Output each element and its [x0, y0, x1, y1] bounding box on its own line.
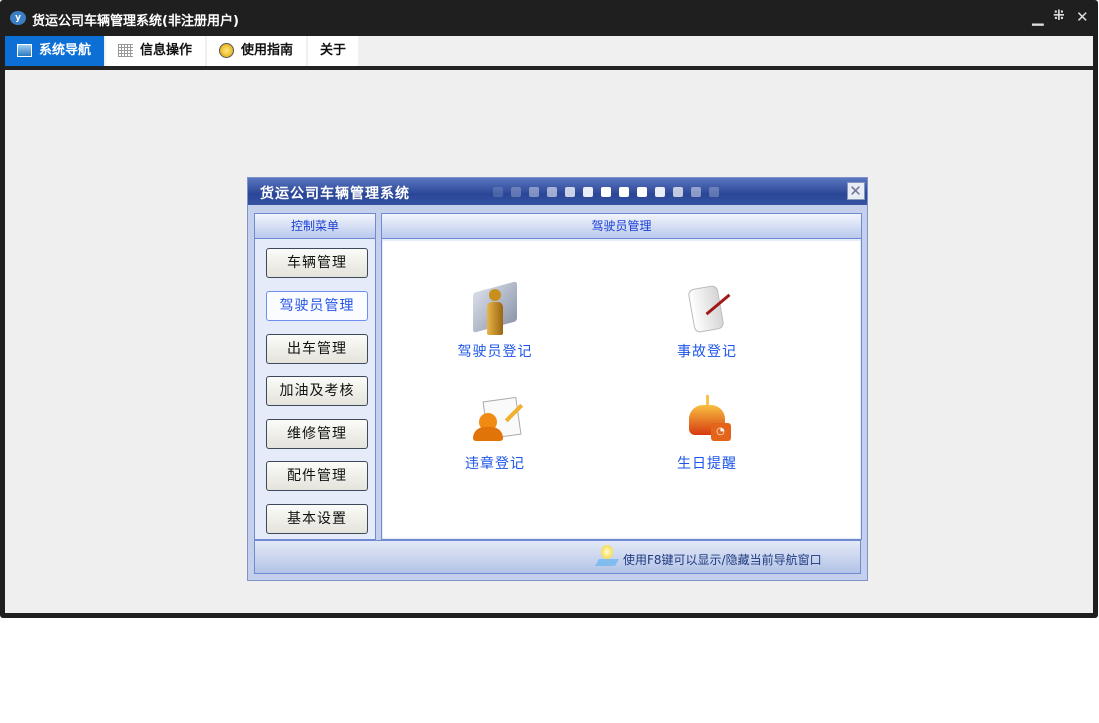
tab-label: 信息操作: [140, 43, 193, 58]
decorative-dots: [493, 187, 719, 197]
footer-tip-bar: 使用F8键可以显示/隐藏当前导航窗口: [254, 540, 861, 574]
tab-label: 使用指南: [241, 43, 294, 58]
item-label: 生日提醒: [677, 456, 737, 472]
tab-system-nav[interactable]: 系统导航: [5, 36, 104, 66]
lightbulb-icon: [594, 545, 620, 567]
tab-label: 系统导航: [39, 43, 92, 58]
app-logo-icon: y: [10, 11, 26, 25]
tab-label: 关于: [320, 43, 347, 58]
tab-bar: 系统导航 信息操作 使用指南 关于: [5, 36, 1093, 66]
minimize-icon[interactable]: ▁: [1032, 8, 1044, 26]
scroll-pen-icon: [679, 281, 735, 337]
accident-register-item[interactable]: 事故登记: [647, 281, 767, 361]
item-label: 违章登记: [465, 456, 525, 472]
help-icon: [219, 43, 234, 58]
close-icon[interactable]: ✕: [1076, 8, 1089, 26]
dialog-title-bar[interactable]: 货运公司车辆管理系统 ✕: [248, 178, 867, 205]
driver-icon: [467, 281, 523, 337]
violation-register-item[interactable]: 违章登记: [435, 393, 555, 473]
dialog-close-button[interactable]: ✕: [847, 182, 865, 200]
item-label: 事故登记: [677, 344, 737, 360]
user-document-icon: [467, 393, 524, 449]
menu-vehicle-management[interactable]: 车辆管理: [266, 248, 368, 278]
menu-driver-management[interactable]: 驾驶员管理: [266, 291, 368, 321]
footer-tip-text: 使用F8键可以显示/隐藏当前导航窗口: [623, 553, 822, 567]
menu-fuel-assessment[interactable]: 加油及考核: [266, 376, 368, 406]
control-menu-panel: 控制菜单 车辆管理 驾驶员管理 出车管理 加油及考核 维修管理 配件管理 基本设…: [254, 213, 376, 540]
item-label: 驾驶员登记: [457, 344, 533, 360]
menu-parts-management[interactable]: 配件管理: [266, 461, 368, 491]
window-title: 货运公司车辆管理系统(非注册用户): [32, 14, 239, 29]
restore-icon[interactable]: ⁜: [1053, 8, 1065, 24]
tab-info-ops[interactable]: 信息操作: [106, 36, 205, 66]
driver-management-panel: 驾驶员管理 驾驶员登记 事故登记 违章登记 ◔ 生日提醒: [381, 213, 862, 540]
tab-about[interactable]: 关于: [308, 36, 358, 66]
control-menu-header: 控制菜单: [255, 214, 375, 239]
menu-dispatch-management[interactable]: 出车管理: [266, 334, 368, 364]
cake-icon: ◔: [679, 393, 735, 449]
tab-user-guide[interactable]: 使用指南: [207, 36, 306, 66]
navigation-dialog: 货运公司车辆管理系统 ✕ 控制菜单 车辆管理 驾驶员管理 出车管理 加油及考核 …: [247, 177, 868, 581]
dialog-title: 货运公司车辆管理系统: [260, 186, 410, 202]
driver-management-header: 驾驶员管理: [382, 214, 861, 239]
menu-maintenance[interactable]: 维修管理: [266, 419, 368, 449]
driver-register-item[interactable]: 驾驶员登记: [435, 281, 555, 361]
menu-basic-settings[interactable]: 基本设置: [266, 504, 368, 534]
monitor-icon: [17, 44, 32, 57]
function-area: 驾驶员登记 事故登记 违章登记 ◔ 生日提醒: [383, 241, 860, 538]
birthday-reminder-item[interactable]: ◔ 生日提醒: [647, 393, 767, 473]
title-bar: y 货运公司车辆管理系统(非注册用户) ▁ ⁜ ✕: [0, 0, 1098, 36]
grid-icon: [118, 44, 133, 57]
